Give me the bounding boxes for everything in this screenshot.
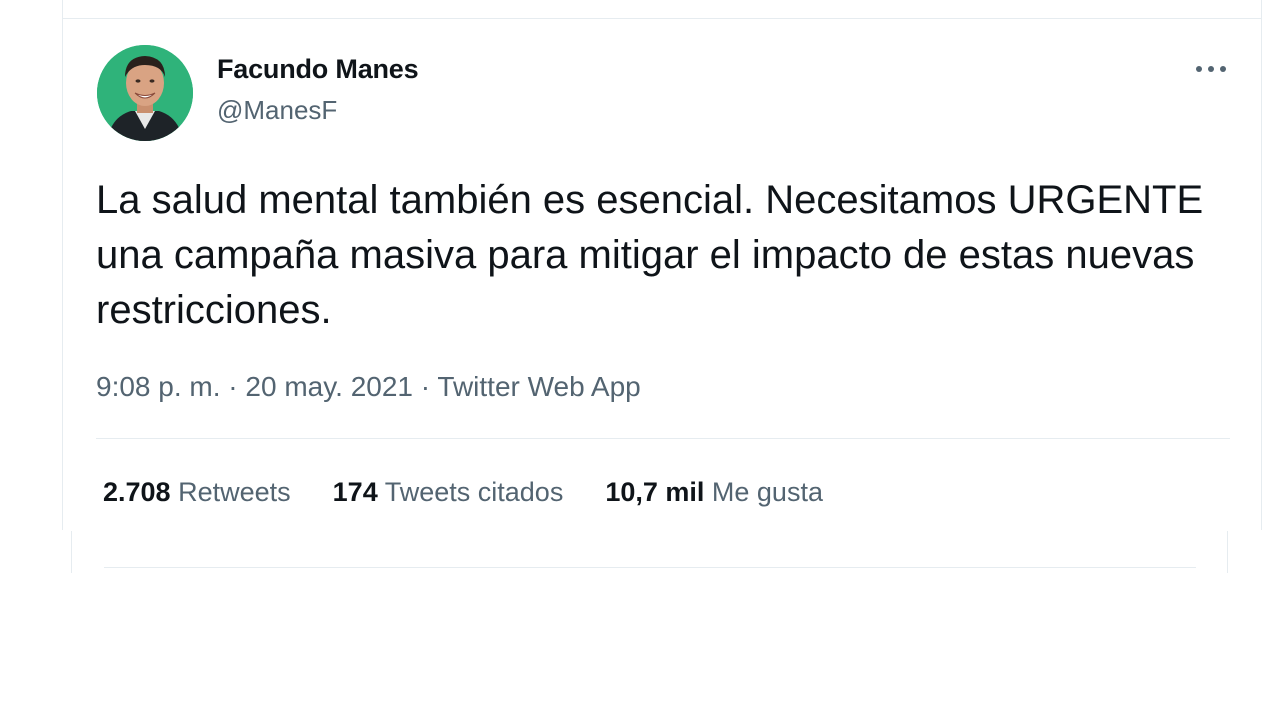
tweet-meta: 9:08 p. m. · 20 may. 2021 · Twitter Web … <box>96 371 641 403</box>
tweet-date[interactable]: 20 may. 2021 <box>245 371 413 402</box>
retweets-label: Retweets <box>178 477 291 507</box>
meta-separator: · <box>228 371 238 402</box>
author-name[interactable]: Facundo Manes <box>217 54 419 85</box>
tweet-card: Facundo Manes @ManesF La salud mental ta… <box>62 19 1262 530</box>
likes-label: Me gusta <box>711 477 823 507</box>
quotes-stat[interactable]: 174 Tweets citados <box>333 477 564 508</box>
previous-tweet-frame <box>62 0 1262 19</box>
lower-divider <box>104 567 1196 568</box>
retweets-stat[interactable]: 2.708 Retweets <box>103 477 291 508</box>
author-handle[interactable]: @ManesF <box>217 95 337 126</box>
quotes-count: 174 <box>332 477 378 507</box>
likes-count: 10,7 mil <box>605 477 705 507</box>
tweet-time[interactable]: 9:08 p. m. <box>96 371 221 402</box>
meta-separator: · <box>420 371 431 402</box>
tweet-text: La salud mental también es esencial. Nec… <box>96 178 1204 332</box>
retweets-count: 2.708 <box>103 477 171 507</box>
quotes-label: Tweets citados <box>384 477 564 507</box>
tweet-stats: 2.708 Retweets 174 Tweets citados 10,7 m… <box>103 477 865 508</box>
divider <box>96 438 1230 439</box>
avatar[interactable] <box>97 45 193 141</box>
more-options-icon[interactable] <box>1191 49 1231 89</box>
likes-stat[interactable]: 10,7 mil Me gusta <box>605 477 823 508</box>
tweet-source[interactable]: Twitter Web App <box>437 371 640 402</box>
